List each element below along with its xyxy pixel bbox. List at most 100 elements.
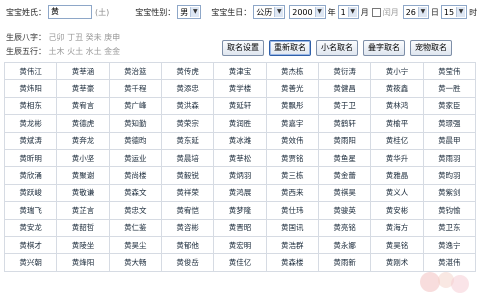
name-cell[interactable]: 黄棋才 — [3, 235, 58, 255]
name-cell[interactable]: 黄瑞飞 — [3, 201, 58, 220]
name-cell[interactable]: 黄筱鑫 — [370, 79, 424, 98]
name-cell[interactable]: 黄德虎 — [56, 114, 110, 133]
name-cell[interactable]: 黄鸿展 — [213, 183, 267, 203]
name-cell[interactable]: 黄莹伟 — [422, 61, 477, 81]
name-cell[interactable]: 黄聚谢 — [56, 166, 110, 185]
name-cell[interactable]: 黄桂亿 — [370, 131, 424, 150]
name-cell[interactable]: 黄添忠 — [160, 79, 215, 98]
name-cell[interactable]: 黄传虎 — [160, 61, 215, 81]
name-cell[interactable]: 黄仁鉴 — [108, 218, 162, 237]
name-cell[interactable]: 黄龙彬 — [3, 114, 58, 133]
name-cell[interactable]: 黄浩群 — [265, 235, 319, 255]
name-cell[interactable]: 黄治篮 — [108, 61, 162, 81]
name-cell[interactable]: 黄烽阳 — [56, 253, 110, 272]
name-cell[interactable]: 黄杰栋 — [265, 61, 319, 81]
name-cell[interactable]: 黄陵坐 — [56, 235, 110, 255]
name-cell[interactable]: 黄炜阳 — [3, 79, 58, 98]
name-cell[interactable]: 黄宏明 — [213, 235, 267, 255]
surname-input[interactable]: 黄 — [48, 5, 92, 19]
name-cell[interactable]: 黄家臣 — [422, 96, 477, 116]
name-cell[interactable]: 黄祺昊 — [317, 183, 372, 203]
name-cell[interactable]: 黄佳亿 — [213, 253, 267, 272]
name-cell[interactable]: 黄韶哲 — [56, 218, 110, 237]
name-cell[interactable]: 黄昕明 — [3, 148, 58, 168]
name-cell[interactable]: 黄三栋 — [265, 166, 319, 185]
name-cell[interactable]: 黄润胜 — [213, 114, 267, 133]
name-cell[interactable]: 黄欣涌 — [3, 166, 58, 185]
name-cell[interactable]: 黄小坚 — [56, 148, 110, 168]
name-cell[interactable]: 黄西来 — [265, 183, 319, 203]
name-cell[interactable]: 黄仕玮 — [265, 201, 319, 220]
name-cell[interactable]: 黄宥恺 — [160, 201, 215, 220]
name-cell[interactable]: 黄永娜 — [317, 235, 372, 255]
name-cell[interactable]: 黄鱼星 — [317, 148, 372, 168]
name-cell[interactable]: 黄晋昭 — [213, 218, 267, 237]
name-cell[interactable]: 黄雨新 — [317, 253, 372, 272]
name-cell[interactable]: 黄贾铭 — [265, 148, 319, 168]
name-cell[interactable]: 黄善光 — [265, 79, 319, 98]
name-cell[interactable]: 黄森文 — [108, 183, 162, 203]
name-cell[interactable]: 黄德昀 — [108, 131, 162, 150]
year-select[interactable]: 2000 ▼ — [289, 5, 326, 19]
name-cell[interactable]: 黄大畅 — [108, 253, 162, 272]
name-cell[interactable]: 黄鹤轩 — [317, 114, 372, 133]
name-cell[interactable]: 黄毅锐 — [160, 166, 215, 185]
name-cell[interactable]: 黄延轩 — [213, 96, 267, 116]
name-cell[interactable]: 黄安彬 — [370, 201, 424, 220]
name-cell[interactable]: 黄国讯 — [265, 218, 319, 237]
name-cell[interactable]: 黄嘉宇 — [265, 114, 319, 133]
name-cell[interactable]: 黄学楼 — [213, 79, 267, 98]
name-cell[interactable]: 黄津宝 — [213, 61, 267, 81]
name-cell[interactable]: 黄紫剑 — [422, 183, 477, 203]
name-cell[interactable]: 黄芷言 — [56, 201, 110, 220]
name-cell[interactable]: 黄效伟 — [265, 131, 319, 150]
name-cell[interactable]: 黄昀羽 — [422, 166, 477, 185]
gender-select[interactable]: 男 ▼ — [177, 5, 202, 19]
day-select[interactable]: 26 ▼ — [402, 5, 429, 19]
name-cell[interactable]: 黄奔龙 — [56, 131, 110, 150]
name-cell[interactable]: 黄尚楼 — [108, 166, 162, 185]
name-cell[interactable]: 黄华升 — [370, 148, 424, 168]
name-cell[interactable]: 黄晨培 — [160, 148, 215, 168]
reduplicated-name-button[interactable]: 叠字取名 — [363, 40, 405, 56]
name-cell[interactable]: 黄宥言 — [56, 96, 110, 116]
name-cell[interactable]: 黄逸宁 — [422, 235, 477, 255]
name-cell[interactable]: 黄跃峻 — [3, 183, 58, 203]
name-cell[interactable]: 黄斌涛 — [3, 131, 58, 150]
name-cell[interactable]: 黄璟强 — [422, 114, 477, 133]
name-cell[interactable]: 黄咨彬 — [160, 218, 215, 237]
name-cell[interactable]: 黄昊铭 — [370, 235, 424, 255]
name-cell[interactable]: 黄雨阳 — [317, 131, 372, 150]
name-cell[interactable]: 黄冰潍 — [213, 131, 267, 150]
name-cell[interactable]: 黄金蕾 — [317, 166, 372, 185]
name-cell[interactable]: 黄晨甲 — [422, 131, 477, 150]
name-cell[interactable]: 黄莘松 — [213, 148, 267, 168]
name-cell[interactable]: 黄祥荣 — [160, 183, 215, 203]
name-cell[interactable]: 黄伟江 — [3, 61, 58, 81]
name-cell[interactable]: 黄飘彤 — [265, 96, 319, 116]
name-cell[interactable]: 黄昊尘 — [108, 235, 162, 255]
name-cell[interactable]: 黄于卫 — [317, 96, 372, 116]
name-cell[interactable]: 黄骏英 — [317, 201, 372, 220]
name-cell[interactable]: 黄海方 — [370, 218, 424, 237]
name-cell[interactable]: 黄广峰 — [108, 96, 162, 116]
name-cell[interactable]: 黄义人 — [370, 183, 424, 203]
name-cell[interactable]: 黄林鸿 — [370, 96, 424, 116]
name-cell[interactable]: 黄安龙 — [3, 218, 58, 237]
name-cell[interactable]: 黄运业 — [108, 148, 162, 168]
name-cell[interactable]: 黄一胜 — [422, 79, 477, 98]
name-cell[interactable]: 黄雨羽 — [422, 148, 477, 168]
name-cell[interactable]: 黄俊岳 — [160, 253, 215, 272]
pet-name-button[interactable]: 宠物取名 — [410, 40, 452, 56]
name-cell[interactable]: 黄莘豪 — [56, 79, 110, 98]
name-cell[interactable]: 黄东延 — [160, 131, 215, 150]
hour-select[interactable]: 15 ▼ — [440, 5, 468, 19]
name-cell[interactable]: 黄忠文 — [108, 201, 162, 220]
name-cell[interactable]: 黄榆平 — [370, 114, 424, 133]
nickname-button[interactable]: 小名取名 — [316, 40, 358, 56]
name-cell[interactable]: 黄兴朝 — [3, 253, 58, 272]
name-cell[interactable]: 黄亮铭 — [317, 218, 372, 237]
month-select[interactable]: 1 ▼ — [337, 5, 359, 19]
name-cell[interactable]: 黄相东 — [3, 96, 58, 116]
name-cell[interactable]: 黄千程 — [108, 79, 162, 98]
